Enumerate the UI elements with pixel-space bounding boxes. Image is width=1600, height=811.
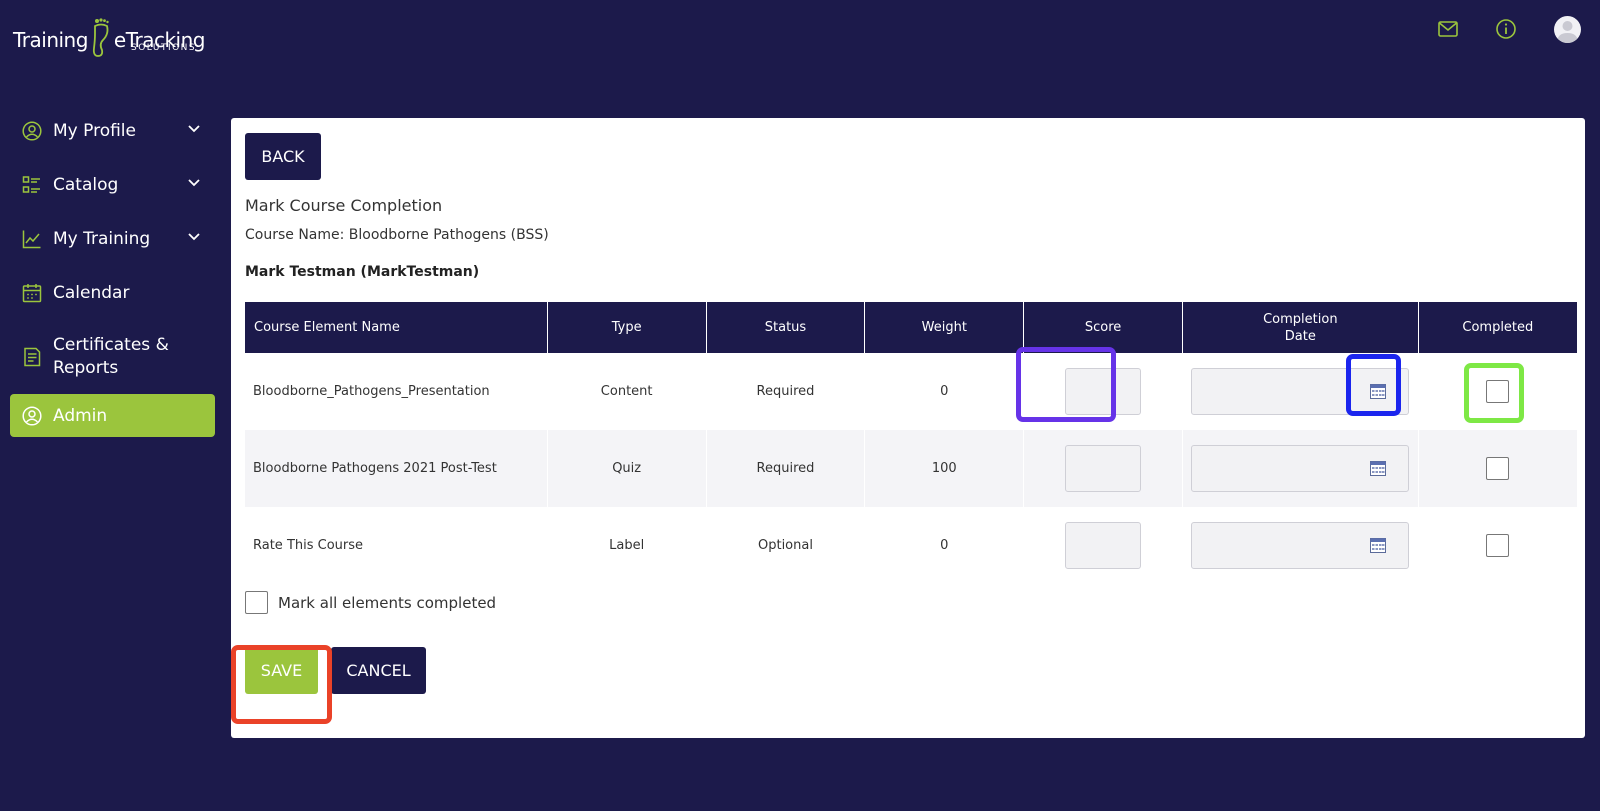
- cell-status: Optional: [706, 507, 866, 584]
- cell-weight: 0: [864, 353, 1025, 430]
- info-icon[interactable]: [1495, 18, 1517, 40]
- chevron-down-icon[interactable]: [187, 230, 201, 244]
- logo-subtitle: SOLUTIONS: [131, 43, 197, 53]
- cell-status: Required: [706, 353, 866, 430]
- cell-element-name: Bloodborne_Pathogens_Presentation: [245, 353, 548, 430]
- completed-checkbox[interactable]: [1486, 534, 1510, 557]
- cell-type: Quiz: [547, 430, 707, 507]
- cell-completion-date: [1182, 507, 1419, 584]
- sidebar-item-my-training[interactable]: My Training: [0, 212, 225, 266]
- cell-score: [1023, 430, 1183, 507]
- user-circle-icon: [22, 121, 42, 141]
- sidebar-item-label: Admin: [53, 405, 108, 426]
- header-weight: Weight: [864, 302, 1025, 353]
- list-icon: [22, 176, 40, 193]
- chart-line-icon: [22, 230, 41, 249]
- mark-all-label[interactable]: Mark all elements completed: [278, 594, 496, 612]
- cell-completion-date: [1182, 430, 1419, 507]
- document-icon: [24, 347, 41, 367]
- page-title: Mark Course Completion: [245, 196, 443, 215]
- header-completed: Completed: [1418, 302, 1577, 353]
- calendar-icon[interactable]: [1370, 461, 1387, 476]
- cancel-button[interactable]: CANCEL: [331, 647, 426, 694]
- completion-date-input[interactable]: [1191, 445, 1410, 492]
- cell-element-name: Rate This Course: [245, 507, 548, 584]
- sidebar-item-label: My Training: [53, 229, 151, 249]
- course-name: Course Name: Bloodborne Pathogens (BSS): [245, 227, 549, 243]
- cell-completed: [1418, 507, 1577, 584]
- course-elements-table: Course Element Name Type Status Weight S…: [245, 302, 1577, 584]
- sidebar-item-label: Certificates & Reports: [53, 335, 169, 378]
- completed-checkbox[interactable]: [1486, 457, 1510, 480]
- sidebar-item-my-profile[interactable]: My Profile: [0, 104, 225, 158]
- trainee-name: Mark Testman (MarkTestman): [245, 264, 480, 280]
- logo-text-training: Training: [13, 28, 88, 52]
- chevron-down-icon[interactable]: [187, 122, 201, 136]
- footprint-logo-icon: [92, 18, 109, 57]
- completed-checkbox[interactable]: [1486, 380, 1510, 403]
- sidebar-item-label: Calendar: [53, 283, 130, 303]
- calendar-icon[interactable]: [1370, 384, 1387, 399]
- cell-element-name: Bloodborne Pathogens 2021 Post-Test: [245, 430, 548, 507]
- cell-weight: 100: [864, 430, 1025, 507]
- header-completion-date-line-2: Date: [1284, 328, 1316, 344]
- top-bar: Training eTracking SOLUTIONS: [0, 0, 1600, 70]
- score-input[interactable]: [1065, 522, 1142, 569]
- completion-date-input[interactable]: [1191, 522, 1410, 569]
- calendar-icon: [22, 284, 42, 303]
- back-button[interactable]: BACK: [245, 133, 321, 180]
- table-row: Bloodborne_Pathogens_Presentation Conten…: [245, 353, 1577, 430]
- cell-score: [1023, 353, 1183, 430]
- completion-date-input[interactable]: [1191, 368, 1410, 415]
- sidebar-item-label: Catalog: [53, 175, 119, 195]
- header-course-element-name: Course Element Name: [245, 302, 548, 353]
- cell-status: Required: [706, 430, 866, 507]
- chevron-down-icon[interactable]: [187, 176, 201, 190]
- sidebar-item-calendar[interactable]: Calendar: [0, 266, 225, 320]
- cell-type: Label: [547, 507, 707, 584]
- sidebar-item-admin[interactable]: Admin: [10, 394, 215, 437]
- calendar-icon[interactable]: [1370, 538, 1387, 553]
- table-row: Rate This Course Label Optional 0: [245, 507, 1577, 584]
- cell-completed: [1418, 430, 1577, 507]
- sidebar-item-certificates-reports[interactable]: Certificates & Reports: [0, 320, 225, 394]
- cell-weight: 0: [864, 507, 1025, 584]
- header-score: Score: [1023, 302, 1183, 353]
- table-row: Bloodborne Pathogens 2021 Post-Test Quiz…: [245, 430, 1577, 507]
- cell-completion-date: [1182, 353, 1419, 430]
- header-completion-date-line-1: Completion: [1263, 311, 1338, 327]
- avatar-person-icon: [1557, 21, 1578, 43]
- cell-score: [1023, 507, 1183, 584]
- main-panel: BACK Mark Course Completion Course Name:…: [231, 118, 1585, 738]
- mark-all-row: Mark all elements completed: [245, 591, 496, 614]
- logo[interactable]: Training eTracking SOLUTIONS: [13, 12, 206, 57]
- cell-completed: [1418, 353, 1577, 430]
- sidebar-item-label: My Profile: [53, 121, 136, 141]
- cell-type: Content: [547, 353, 707, 430]
- header-status: Status: [706, 302, 866, 353]
- score-input[interactable]: [1065, 368, 1142, 415]
- header-type: Type: [547, 302, 707, 353]
- mark-all-checkbox[interactable]: [245, 591, 268, 614]
- user-avatar[interactable]: [1554, 16, 1581, 43]
- sidebar: My Profile Catalog My Training Calendar …: [0, 104, 225, 437]
- mail-icon[interactable]: [1437, 18, 1459, 40]
- user-circle-icon: [22, 405, 42, 426]
- score-input[interactable]: [1065, 445, 1142, 492]
- save-button[interactable]: SAVE: [245, 647, 318, 694]
- header-completion-date: Completion Date: [1182, 302, 1419, 353]
- sidebar-item-catalog[interactable]: Catalog: [0, 158, 225, 212]
- table-header-row: Course Element Name Type Status Weight S…: [245, 302, 1577, 353]
